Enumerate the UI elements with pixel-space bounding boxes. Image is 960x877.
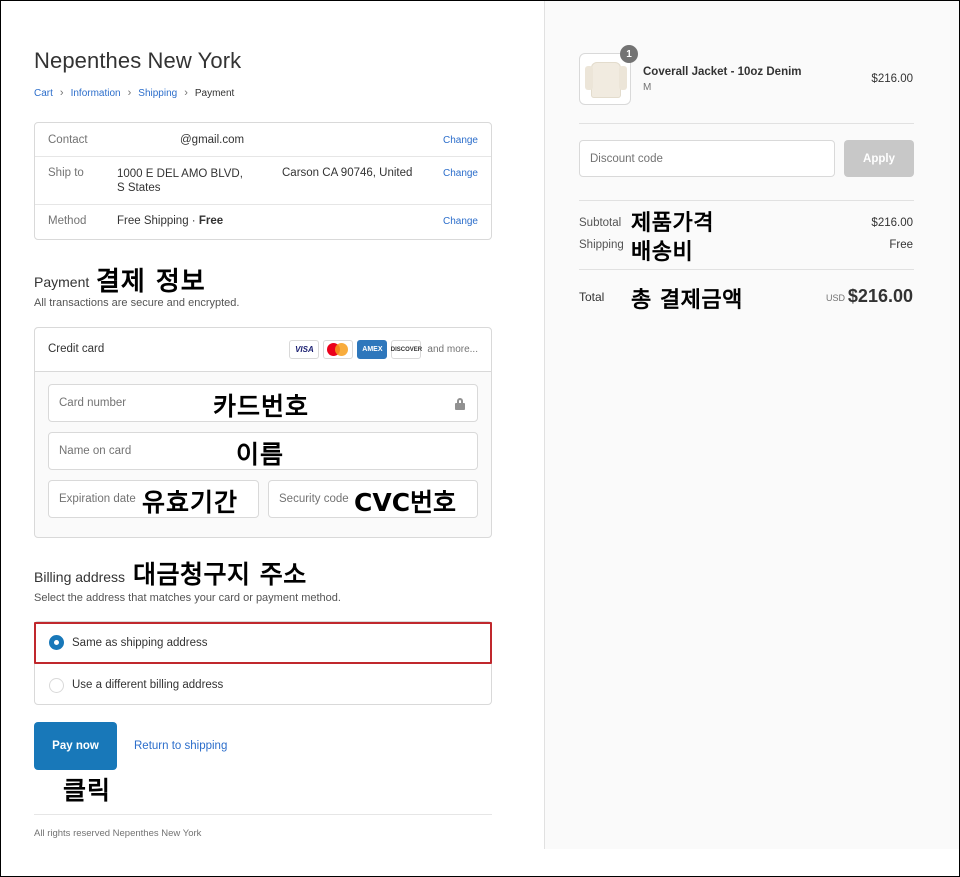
discover-icon: DISCOVER <box>391 340 422 359</box>
total-value: $216.00 <box>847 286 913 306</box>
review-box: Contact @gmail.com Change Ship to 1000 E… <box>34 122 492 240</box>
annotation-card-number: 카드번호 <box>213 392 310 421</box>
credit-card-header[interactable]: Credit card VISA AMEX DISCOVER and more.… <box>35 328 491 372</box>
contact-label: Contact <box>48 134 88 146</box>
annotation-click: 클릭 <box>63 776 112 805</box>
order-summary: 1 Coverall Jacket - 10oz Denim M $216.00… <box>544 1 959 849</box>
quantity-badge: 1 <box>620 45 638 63</box>
review-method-row: Method Free Shipping · Free Change <box>35 205 491 241</box>
payment-subtitle: All transactions are secure and encrypte… <box>34 297 240 309</box>
total-currency: USD <box>825 293 845 303</box>
contact-value: @gmail.com <box>180 134 245 146</box>
ship-to-address-line2: Carson CA 90746, United <box>282 167 413 179</box>
discount-code-field[interactable] <box>579 140 835 177</box>
change-ship-link[interactable]: Change <box>443 168 478 179</box>
return-to-shipping-link[interactable]: Return to shipping <box>134 740 227 752</box>
payment-title: Payment <box>34 274 90 290</box>
chevron-right-icon: › <box>184 87 188 99</box>
annotation-payment-info: 결제 정보 <box>96 267 206 297</box>
discount-code-input[interactable] <box>580 141 834 176</box>
method-label: Method <box>48 215 87 227</box>
visa-icon: VISA <box>289 340 320 359</box>
ship-to-label: Ship to <box>48 167 84 179</box>
review-contact-row: Contact @gmail.com Change <box>35 123 491 157</box>
billing-options: Same as shipping address Use a different… <box>34 621 492 705</box>
annotation-expiry: 유효기간 <box>142 488 239 517</box>
change-method-link[interactable]: Change <box>443 216 478 227</box>
pay-now-button[interactable]: Pay now <box>34 722 117 770</box>
annotation-cvc: CVC번호 <box>354 488 457 517</box>
subtotal-label: Subtotal <box>579 217 622 229</box>
subtotal-value: $216.00 <box>871 217 913 229</box>
more-brands-label: and more... <box>427 344 478 355</box>
billing-title: Billing address <box>34 569 126 585</box>
chevron-right-icon: › <box>59 87 64 99</box>
breadcrumb-information[interactable]: Information <box>71 88 121 99</box>
summary-divider <box>579 200 914 201</box>
method-name: Free Shipping · <box>117 215 199 227</box>
billing-option-same[interactable]: Same as shipping address <box>35 622 491 664</box>
annotation-billing-address: 대금청구지 주소 <box>133 560 307 589</box>
shipping-label: Shipping <box>579 239 624 251</box>
annotation-total-amount: 총 결제금액 <box>631 288 743 313</box>
annotation-shipping-fee: 배송비 <box>631 240 694 265</box>
breadcrumb-shipping[interactable]: Shipping <box>138 88 177 99</box>
billing-option-different-label: Use a different billing address <box>72 679 224 691</box>
product-name: Coverall Jacket - 10oz Denim <box>643 66 802 78</box>
chevron-right-icon: › <box>127 87 132 99</box>
billing-option-different[interactable]: Use a different billing address <box>35 664 491 706</box>
radio-unselected-icon[interactable] <box>49 677 64 693</box>
product-price: $216.00 <box>871 73 913 85</box>
amex-icon: AMEX <box>357 340 388 359</box>
total-label: Total <box>579 290 605 304</box>
radio-selected-icon[interactable] <box>49 635 64 650</box>
breadcrumb-cart[interactable]: Cart <box>34 88 53 99</box>
shipping-value: Free <box>889 239 913 251</box>
lock-icon <box>455 398 465 410</box>
annotation-product-price: 제품가격 <box>631 211 714 236</box>
card-brands: VISA AMEX DISCOVER and more... <box>289 340 478 359</box>
billing-option-same-label: Same as shipping address <box>72 636 208 649</box>
shop-title: Nepenthes New York <box>34 48 242 73</box>
mastercard-icon <box>323 340 354 359</box>
apply-button[interactable]: Apply <box>844 140 914 177</box>
summary-divider <box>579 123 914 124</box>
change-contact-link[interactable]: Change <box>443 135 478 146</box>
footer-divider <box>34 814 492 815</box>
footer-text: All rights reserved Nepenthes New York <box>34 828 202 839</box>
method-value: Free Shipping · Free <box>117 215 223 227</box>
checkout-main: Nepenthes New York Cart › Information › … <box>1 1 544 876</box>
ship-to-address-line1: 1000 E DEL AMO BLVD, S States <box>117 168 243 194</box>
breadcrumb-payment: Payment <box>194 87 235 99</box>
credit-card-label: Credit card <box>48 343 105 355</box>
breadcrumb: Cart › Information › Shipping › Payment <box>34 87 234 99</box>
review-ship-row: Ship to 1000 E DEL AMO BLVD, S States Ca… <box>35 157 491 205</box>
annotation-name: 이름 <box>236 440 285 469</box>
method-price: Free <box>198 215 224 227</box>
product-variant: M <box>643 82 652 93</box>
billing-subtitle: Select the address that matches your car… <box>34 592 341 604</box>
summary-divider <box>579 269 914 270</box>
